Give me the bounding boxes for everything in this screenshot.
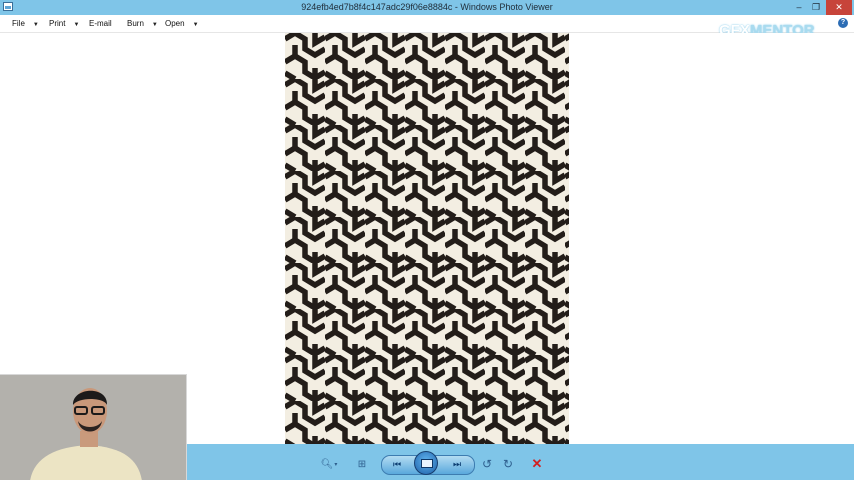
rotate-counterclockwise-icon[interactable]: ↺ — [480, 456, 494, 472]
menu-file-label: File — [12, 19, 25, 28]
chevron-down-icon: ▼ — [151, 22, 158, 28]
menu-file[interactable]: File ▼ — [12, 19, 39, 30]
menu-burn[interactable]: Burn ▼ — [127, 19, 158, 30]
delete-icon[interactable]: ✕ — [530, 456, 544, 472]
menu-open[interactable]: Open ▼ — [165, 19, 199, 30]
help-icon[interactable]: ? — [838, 18, 848, 28]
magnifier-icon[interactable]: 🔍︎ ▾ — [318, 456, 340, 472]
chevron-down-icon: ▼ — [73, 22, 80, 28]
rotate-clockwise-icon[interactable]: ↻ — [501, 456, 515, 472]
menu-open-label: Open — [165, 19, 185, 28]
hexagon-maze-pattern-image — [285, 33, 569, 444]
previous-icon[interactable]: ⏮ — [388, 456, 406, 472]
title-bar: 924efb4ed7b8f4c147adc29f06e8884c - Windo… — [0, 0, 854, 15]
menu-burn-label: Burn — [127, 19, 144, 28]
displayed-photo — [285, 33, 569, 444]
chevron-down-icon: ▼ — [32, 22, 39, 28]
window-title: 924efb4ed7b8f4c147adc29f06e8884c - Windo… — [301, 2, 553, 12]
menu-print[interactable]: Print ▼ — [49, 19, 79, 30]
chevron-down-icon: ▼ — [192, 22, 199, 28]
menu-print-label: Print — [49, 19, 66, 28]
presenter-video-image — [0, 375, 186, 480]
close-button[interactable]: ✕ — [826, 0, 852, 15]
menu-email-label: E-mail — [89, 19, 112, 28]
menu-email[interactable]: E-mail — [89, 19, 112, 28]
restore-button[interactable]: ❐ — [806, 0, 826, 15]
slideshow-icon[interactable] — [414, 451, 438, 475]
next-icon[interactable]: ⏭ — [448, 456, 466, 472]
fit-window-icon[interactable]: ⊞ — [354, 456, 370, 472]
webcam-overlay — [0, 374, 187, 480]
